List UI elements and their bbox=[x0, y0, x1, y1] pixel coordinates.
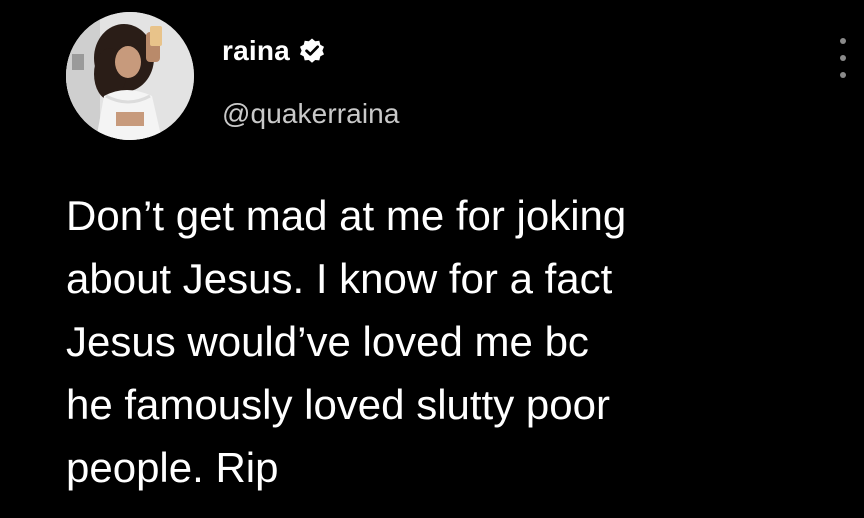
author-name-row[interactable]: raina bbox=[222, 33, 326, 69]
display-name[interactable]: raina bbox=[222, 35, 290, 67]
avatar[interactable] bbox=[66, 12, 194, 140]
tweet-text-line: about Jesus. I know for a fact bbox=[66, 255, 613, 302]
more-dot bbox=[840, 55, 846, 61]
more-dot bbox=[840, 38, 846, 44]
tweet-card: raina @quakerraina Don’t get mad at me f… bbox=[0, 0, 864, 518]
tweet-text: Don’t get mad at me for joking about Jes… bbox=[66, 184, 836, 499]
author-handle[interactable]: @quakerraina bbox=[222, 98, 400, 130]
tweet-text-line: Jesus would’ve loved me bc bbox=[66, 318, 589, 365]
tweet-text-line: he famously loved slutty poor bbox=[66, 381, 610, 428]
tweet-text-line: Don’t get mad at me for joking bbox=[66, 192, 627, 239]
profile-photo bbox=[66, 12, 194, 140]
tweet-text-line: people. Rip bbox=[66, 444, 279, 491]
more-dot bbox=[840, 72, 846, 78]
more-options-icon[interactable] bbox=[836, 38, 850, 78]
verified-badge-icon bbox=[298, 37, 326, 65]
